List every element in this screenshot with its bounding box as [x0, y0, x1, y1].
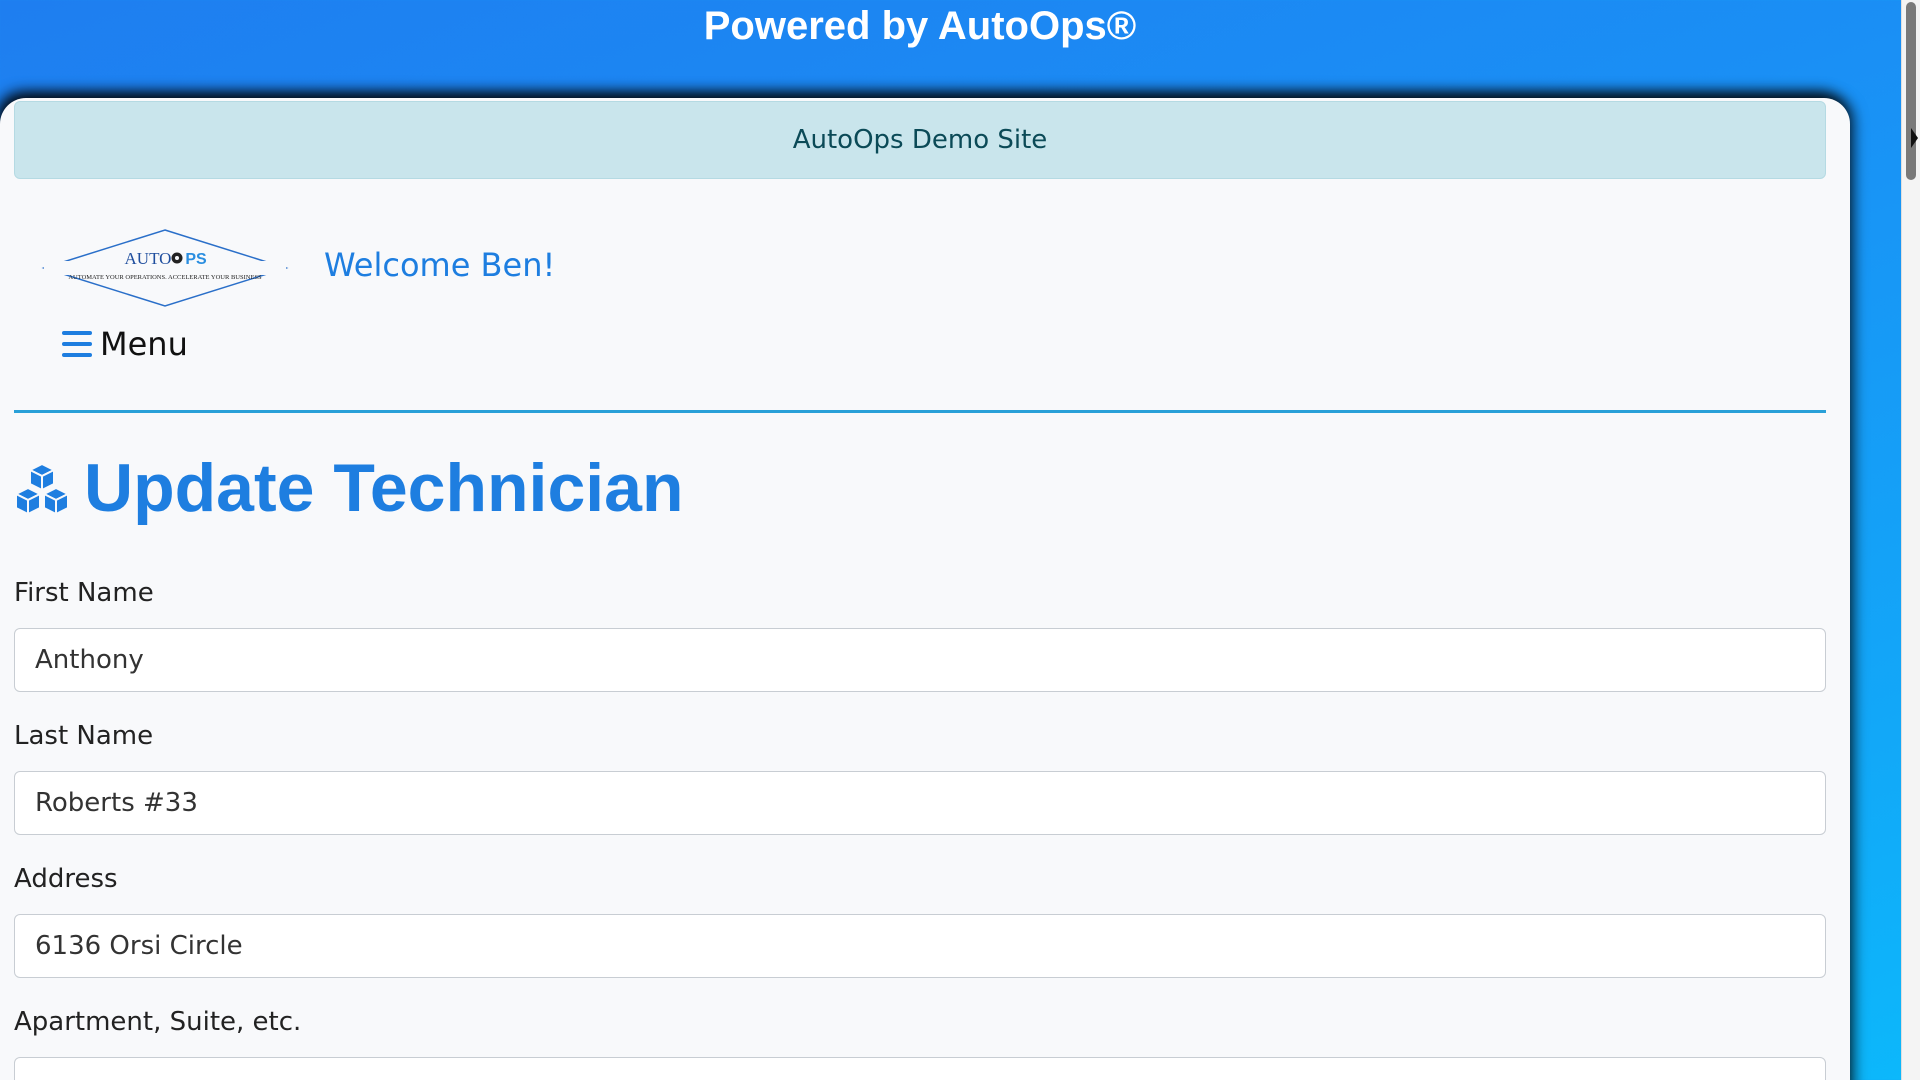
logo-text-ps: PS: [185, 251, 207, 268]
first-name-label: First Name: [14, 578, 154, 608]
demo-site-alert: AutoOps Demo Site: [14, 101, 1826, 179]
mouse-cursor-icon: [1911, 128, 1918, 148]
apartment-input[interactable]: [14, 1057, 1826, 1080]
page-title: Update Technician: [14, 448, 684, 528]
logo-tagline: AUTOMATE YOUR OPERATIONS. ACCELERATE YOU…: [68, 274, 262, 281]
header-divider: [14, 410, 1826, 413]
hamburger-icon: [62, 331, 92, 357]
menu-button[interactable]: Menu: [62, 324, 188, 364]
first-name-input[interactable]: [14, 628, 1826, 692]
powered-by-banner: Powered by AutoOps®: [703, 4, 1137, 48]
main-card: AutoOps Demo Site AUTO PS AUTOMATE YOUR …: [0, 98, 1850, 1080]
apartment-label: Apartment, Suite, etc.: [14, 1007, 302, 1037]
page-title-text: Update Technician: [84, 450, 684, 526]
page-scrollbar[interactable]: [1901, 0, 1920, 1080]
scrollbar-thumb[interactable]: [1906, 2, 1916, 180]
address-input[interactable]: [14, 914, 1826, 978]
welcome-message: Welcome Ben!: [324, 246, 556, 284]
logo-graphic: AUTO PS AUTOMATE YOUR OPERATIONS. ACCELE…: [41, 229, 289, 307]
last-name-input[interactable]: [14, 771, 1826, 835]
menu-label: Menu: [100, 325, 188, 363]
autoops-logo[interactable]: AUTO PS AUTOMATE YOUR OPERATIONS. ACCELE…: [40, 228, 290, 308]
address-label: Address: [14, 864, 118, 894]
logo-text-auto: AUTO: [125, 249, 172, 268]
last-name-label: Last Name: [14, 721, 154, 751]
boxes-icon: [15, 463, 69, 515]
